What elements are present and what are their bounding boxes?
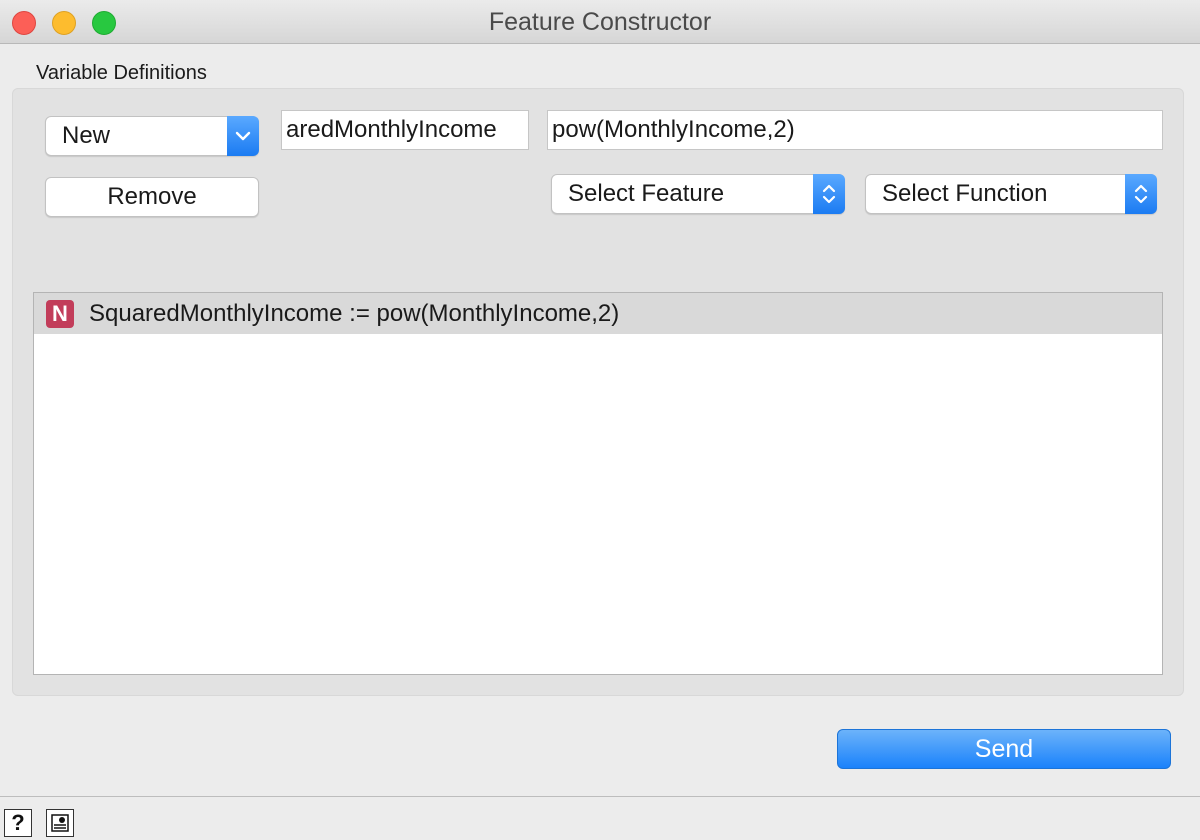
up-down-chevron-icon: [813, 174, 845, 214]
chevron-down-icon: [227, 116, 259, 156]
variable-definitions-list[interactable]: N SquaredMonthlyIncome := pow(MonthlyInc…: [33, 292, 1163, 675]
new-variable-popup[interactable]: New: [45, 116, 259, 156]
status-bar: ?: [0, 796, 1200, 840]
window-title: Feature Constructor: [488, 8, 712, 36]
new-variable-popup-label: New: [62, 122, 111, 149]
variable-name-field[interactable]: aredMonthlyIncome: [281, 110, 529, 150]
select-function-popup[interactable]: Select Function: [865, 174, 1157, 214]
remove-button[interactable]: Remove: [45, 177, 259, 217]
select-feature-popup[interactable]: Select Feature: [551, 174, 845, 214]
select-function-label: Select Function: [882, 180, 1048, 207]
send-button[interactable]: Send: [837, 729, 1171, 769]
numeric-variable-icon: N: [46, 299, 74, 328]
list-item-label: SquaredMonthlyIncome := pow(MonthlyIncom…: [89, 299, 620, 327]
title-bar: Feature Constructor: [0, 0, 1200, 44]
select-feature-label: Select Feature: [568, 180, 725, 207]
up-down-chevron-icon: [1125, 174, 1157, 214]
report-icon[interactable]: [46, 809, 74, 837]
group-label: Variable Definitions: [36, 62, 207, 84]
help-icon[interactable]: ?: [4, 809, 32, 837]
expression-field[interactable]: pow(MonthlyIncome,2): [547, 110, 1163, 150]
list-item[interactable]: N SquaredMonthlyIncome := pow(MonthlyInc…: [34, 293, 1162, 334]
